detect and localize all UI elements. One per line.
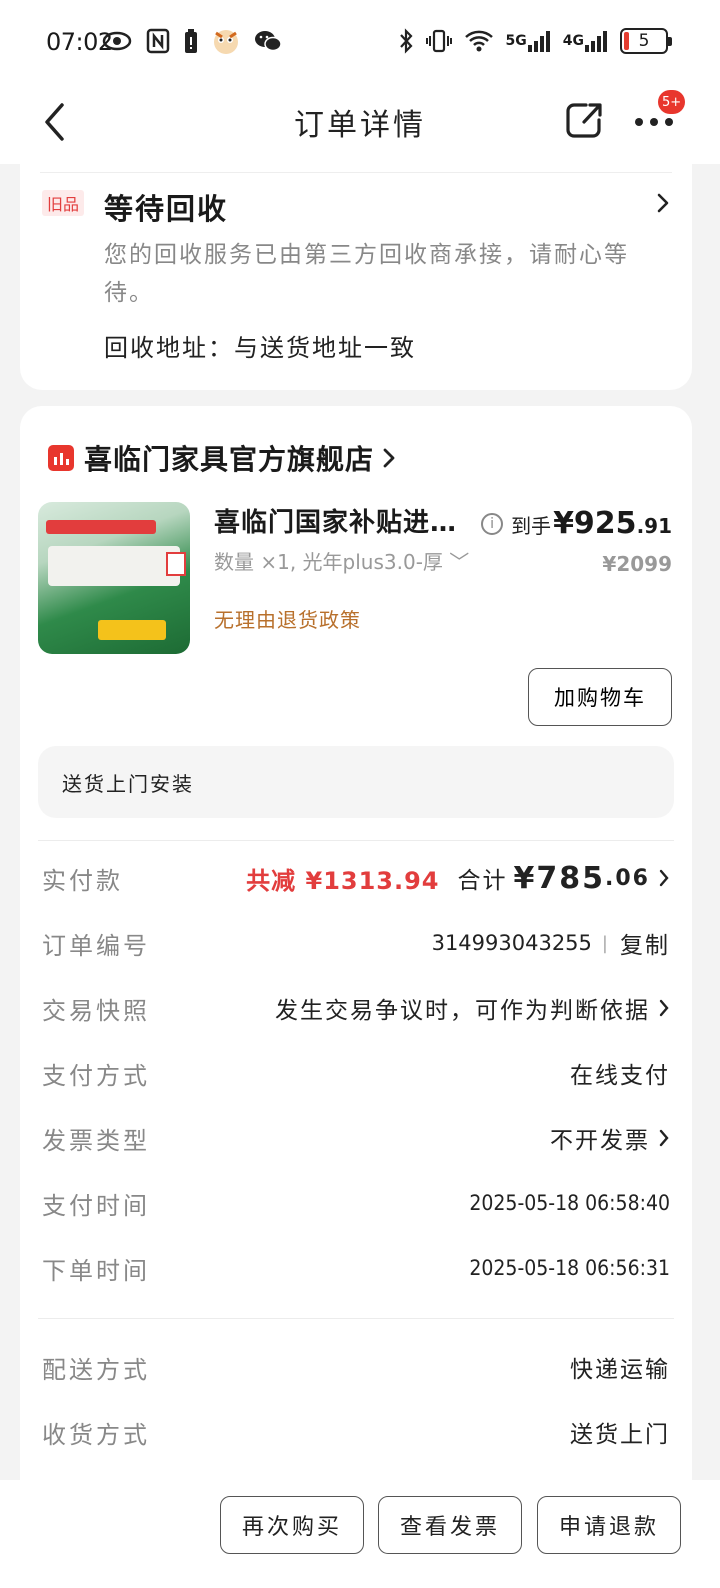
snapshot-label: 交易快照 bbox=[42, 996, 150, 1025]
order-number: 314993043255 bbox=[431, 931, 592, 955]
order-number-row: 订单编号 314993043255 | 复制 bbox=[42, 923, 670, 963]
price-main: ¥925 bbox=[553, 506, 637, 541]
original-price: ¥2099 bbox=[602, 552, 672, 576]
chevron-right-icon bbox=[659, 869, 669, 887]
shop-link[interactable]: 喜临门家具官方旗舰店 bbox=[48, 438, 396, 478]
eye-icon bbox=[102, 26, 132, 56]
pay-method-label: 支付方式 bbox=[42, 1061, 150, 1090]
paid-label: 实付款 bbox=[42, 866, 123, 895]
delivery-value: 快递运输 bbox=[570, 1357, 670, 1383]
recycle-description: 您的回收服务已由第三方回收商承接，请耐心等待。 bbox=[104, 242, 629, 306]
product-image[interactable] bbox=[38, 502, 190, 654]
view-invoice-button[interactable]: 查看发票 bbox=[378, 1496, 522, 1554]
order-card: 喜临门家具官方旗舰店 喜临门国家补贴进口… 数量 ×1, 光年plus3.0-厚… bbox=[20, 406, 692, 1586]
nfc-icon bbox=[146, 26, 170, 56]
service-item[interactable]: 送货上门安装 bbox=[38, 746, 674, 818]
snapshot-row[interactable]: 交易快照 发生交易争议时，可作为判断依据 bbox=[42, 988, 670, 1028]
total-cents: .06 bbox=[605, 865, 650, 891]
vibrate-icon bbox=[425, 26, 452, 56]
return-policy: 无理由退货政策 bbox=[214, 608, 361, 632]
shop-name: 喜临门家具官方旗舰店 bbox=[84, 443, 375, 476]
add-to-cart-button[interactable]: 加购物车 bbox=[528, 668, 672, 726]
signal-5g-icon: 5G bbox=[506, 26, 551, 56]
total-discount: 共减 ¥1313.94 bbox=[246, 866, 440, 895]
more-dots-icon bbox=[635, 118, 673, 126]
product-title[interactable]: 喜临门国家补贴进口… bbox=[214, 502, 476, 539]
info-icon[interactable]: i bbox=[481, 512, 504, 535]
bottom-action-bar: 再次购买 查看发票 申请退款 bbox=[0, 1480, 720, 1588]
divider bbox=[38, 840, 674, 841]
shop-icon bbox=[48, 445, 74, 471]
recycle-status-title: 等待回收 bbox=[104, 192, 229, 226]
divider bbox=[40, 172, 672, 173]
app-mascot-icon bbox=[212, 26, 240, 56]
pay-time-value: 2025-05-18 06:58:40 bbox=[469, 1191, 670, 1215]
wifi-icon bbox=[464, 26, 494, 56]
recycle-card[interactable]: 旧品 等待回收 您的回收服务已由第三方回收商承接，请耐心等待。 回收地址：与送货… bbox=[20, 150, 692, 390]
share-icon bbox=[566, 103, 602, 138]
product-spec[interactable]: 数量 ×1, 光年plus3.0-厚 ﹀ bbox=[214, 546, 469, 575]
order-time-value: 2025-05-18 06:56:31 bbox=[469, 1256, 670, 1280]
more-badge: 5+ bbox=[658, 90, 686, 114]
recycle-address: 回收地址：与送货地址一致 bbox=[104, 334, 416, 362]
pay-method-value: 在线支付 bbox=[570, 1063, 670, 1089]
signal-4g-icon: 4G bbox=[563, 26, 608, 56]
price-cents: .91 bbox=[636, 514, 672, 538]
invoice-value: 不开发票 bbox=[550, 1128, 650, 1154]
total-label: 合计 bbox=[457, 868, 508, 894]
order-time-row: 下单时间 2025-05-18 06:56:31 bbox=[42, 1248, 670, 1288]
rebuy-button[interactable]: 再次购买 bbox=[220, 1496, 364, 1554]
pay-time-label: 支付时间 bbox=[42, 1191, 150, 1220]
order-number-label: 订单编号 bbox=[42, 931, 150, 960]
battery-saver-icon bbox=[184, 26, 198, 56]
pay-time-row: 支付时间 2025-05-18 06:58:40 bbox=[42, 1183, 670, 1223]
order-time-label: 下单时间 bbox=[42, 1256, 150, 1285]
refund-button[interactable]: 申请退款 bbox=[537, 1496, 681, 1554]
invoice-label: 发票类型 bbox=[42, 1126, 150, 1155]
chevron-right-icon bbox=[659, 1129, 669, 1147]
pay-method-row: 支付方式 在线支付 bbox=[42, 1053, 670, 1093]
bluetooth-icon bbox=[398, 26, 414, 56]
receive-value: 送货上门 bbox=[570, 1422, 670, 1448]
final-price: i 到手 ¥925 .91 bbox=[481, 506, 672, 541]
snapshot-value: 发生交易争议时，可作为判断依据 bbox=[275, 998, 650, 1024]
status-bar: 07:02 5G 4G 5 bbox=[0, 0, 720, 82]
copy-button[interactable]: 复制 bbox=[620, 926, 670, 960]
receive-label: 收货方式 bbox=[42, 1420, 150, 1449]
price-label: 到手 bbox=[511, 514, 552, 538]
page-title: 订单详情 bbox=[294, 108, 426, 143]
total-amount: ¥785 bbox=[513, 860, 606, 896]
separator: | bbox=[601, 932, 610, 954]
chevron-right-icon bbox=[659, 999, 669, 1017]
battery-icon: 5 bbox=[620, 28, 672, 54]
invoice-row[interactable]: 发票类型 不开发票 bbox=[42, 1118, 670, 1158]
divider bbox=[38, 1318, 674, 1319]
delivery-row: 配送方式 快递运输 bbox=[42, 1347, 670, 1387]
receive-row: 收货方式 送货上门 bbox=[42, 1412, 670, 1452]
old-item-tag: 旧品 bbox=[42, 190, 85, 216]
delivery-label: 配送方式 bbox=[42, 1355, 150, 1384]
chevron-right-icon[interactable] bbox=[656, 192, 670, 218]
paid-row[interactable]: 实付款 共减 ¥1313.94 合计 ¥785 .06 bbox=[42, 858, 670, 898]
wechat-icon bbox=[254, 26, 282, 56]
share-button[interactable] bbox=[564, 100, 604, 140]
chevron-right-icon bbox=[383, 448, 395, 468]
